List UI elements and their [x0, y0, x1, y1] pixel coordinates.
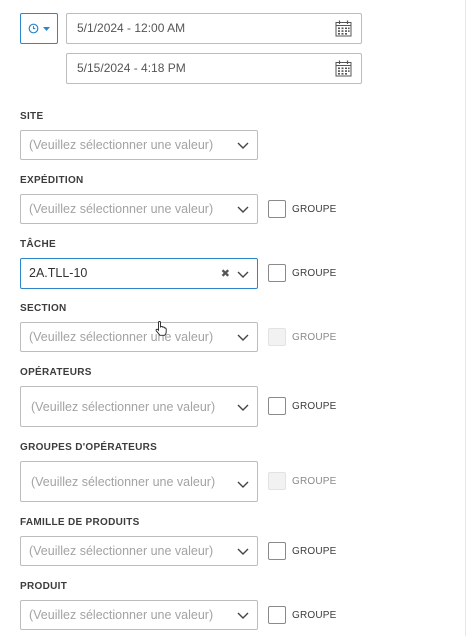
panel-border	[465, 0, 466, 636]
clock-icon	[28, 23, 39, 34]
chevron-down-icon	[237, 481, 249, 488]
group-label: GROUPE	[292, 545, 337, 557]
clear-icon[interactable]: ✖	[221, 267, 230, 280]
checkbox[interactable]	[268, 606, 286, 624]
operateurs-label: OPÉRATEURS	[20, 367, 92, 378]
group-label: GROUPE	[292, 331, 337, 343]
checkbox[interactable]	[268, 472, 286, 490]
checkbox[interactable]	[268, 542, 286, 560]
chevron-down-icon	[237, 548, 249, 555]
group-label: GROUPE	[292, 609, 337, 621]
group-label: GROUPE	[292, 400, 337, 412]
start-date-field[interactable]: 5/1/2024 - 12:00 AM	[66, 13, 362, 44]
operateurs-group-checkbox[interactable]: GROUPE	[268, 397, 337, 415]
checkbox[interactable]	[268, 264, 286, 282]
groupes-operateurs-label: GROUPES D'OPÉRATEURS	[20, 442, 158, 453]
site-dropdown[interactable]: (Veuillez sélectionner une valeur)	[20, 130, 258, 160]
checkbox[interactable]	[268, 200, 286, 218]
operateurs-dropdown[interactable]: (Veuillez sélectionner une valeur)	[20, 386, 258, 427]
produit-group-checkbox[interactable]: GROUPE	[268, 606, 337, 624]
group-label: GROUPE	[292, 267, 337, 279]
produit-label: PRODUIT	[20, 581, 68, 592]
site-label: SITE	[20, 111, 44, 122]
site-placeholder: (Veuillez sélectionner une valeur)	[29, 138, 214, 152]
end-date-field[interactable]: 5/15/2024 - 4:18 PM	[66, 53, 362, 84]
produit-dropdown[interactable]: (Veuillez sélectionner une valeur)	[20, 600, 258, 630]
groupes-operateurs-placeholder: (Veuillez sélectionner une valeur)	[31, 475, 216, 489]
famille-produits-label: FAMILLE DE PRODUITS	[20, 517, 140, 528]
end-date-value: 5/15/2024 - 4:18 PM	[77, 61, 186, 75]
famille-produits-dropdown[interactable]: (Veuillez sélectionner une valeur)	[20, 536, 258, 566]
produit-placeholder: (Veuillez sélectionner une valeur)	[29, 608, 214, 622]
tache-group-checkbox[interactable]: GROUPE	[268, 264, 337, 282]
caret-down-icon	[43, 26, 50, 31]
chevron-down-icon	[237, 334, 249, 341]
section-group-checkbox[interactable]: GROUPE	[268, 328, 337, 346]
tache-dropdown[interactable]: 2A.TLL-10 ✖	[20, 258, 258, 289]
operateurs-placeholder: (Veuillez sélectionner une valeur)	[31, 400, 216, 414]
checkbox[interactable]	[268, 397, 286, 415]
chevron-down-icon	[237, 612, 249, 619]
start-date-value: 5/1/2024 - 12:00 AM	[77, 21, 186, 35]
expedition-placeholder: (Veuillez sélectionner une valeur)	[29, 202, 214, 216]
calendar-icon[interactable]	[335, 20, 352, 37]
famille-produits-placeholder: (Veuillez sélectionner une valeur)	[29, 544, 214, 558]
chevron-down-icon	[237, 271, 249, 278]
hand-cursor-icon	[155, 321, 167, 336]
chevron-down-icon	[237, 142, 249, 149]
chevron-down-icon	[237, 206, 249, 213]
tache-value: 2A.TLL-10	[29, 266, 88, 280]
famille-produits-group-checkbox[interactable]: GROUPE	[268, 542, 337, 560]
checkbox[interactable]	[268, 328, 286, 346]
time-range-button[interactable]	[20, 13, 58, 44]
tache-label: TÂCHE	[20, 239, 56, 250]
section-placeholder: (Veuillez sélectionner une valeur)	[29, 330, 214, 344]
group-label: GROUPE	[292, 203, 337, 215]
expedition-dropdown[interactable]: (Veuillez sélectionner une valeur)	[20, 194, 258, 224]
calendar-icon[interactable]	[335, 60, 352, 77]
expedition-group-checkbox[interactable]: GROUPE	[268, 200, 337, 218]
group-label: GROUPE	[292, 475, 337, 487]
section-dropdown[interactable]: (Veuillez sélectionner une valeur)	[20, 322, 258, 352]
chevron-down-icon	[237, 404, 249, 411]
expedition-label: EXPÉDITION	[20, 175, 84, 186]
groupes-operateurs-dropdown[interactable]: (Veuillez sélectionner une valeur)	[20, 461, 258, 502]
section-label: SECTION	[20, 303, 67, 314]
groupes-operateurs-group-checkbox[interactable]: GROUPE	[268, 472, 337, 490]
